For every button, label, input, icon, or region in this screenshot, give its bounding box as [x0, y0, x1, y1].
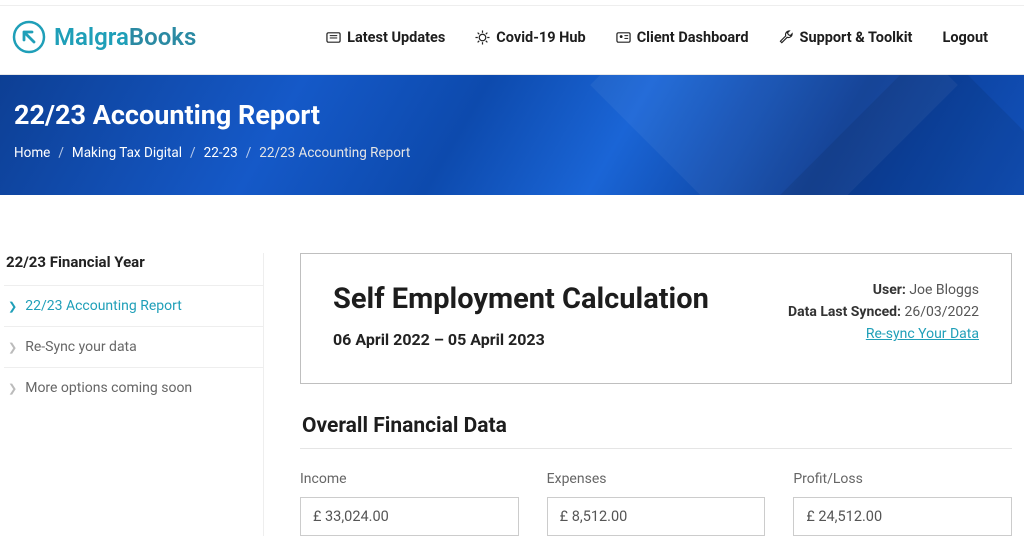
wrench-icon: [779, 30, 794, 45]
user-line: User: Joe Bloggs: [788, 282, 979, 298]
chevron-right-icon: ❯: [8, 341, 17, 354]
sidebar-item-label: More options coming soon: [25, 380, 192, 396]
profit-col: Profit/Loss £ 24,512.00: [793, 471, 1012, 536]
chevron-right-icon: ❯: [8, 300, 17, 313]
sidebar-item-label: 22/23 Accounting Report: [25, 298, 182, 314]
calculation-card: Self Employment Calculation 06 April 202…: [300, 253, 1012, 384]
expenses-col: Expenses £ 8,512.00: [547, 471, 766, 536]
sidebar: 22/23 Financial Year ❯ 22/23 Accounting …: [0, 253, 264, 536]
chevron-right-icon: ❯: [8, 382, 17, 395]
id-card-icon: [616, 30, 631, 45]
main-nav: Latest Updates Covid-19 Hub Client Dashb…: [326, 29, 1012, 46]
nav-latest-updates[interactable]: Latest Updates: [326, 29, 445, 46]
breadcrumb: Home / Making Tax Digital / 22-23 / 22/2…: [14, 145, 1010, 161]
expenses-value[interactable]: £ 8,512.00: [547, 497, 766, 536]
breadcrumb-home[interactable]: Home: [14, 145, 50, 161]
profit-value[interactable]: £ 24,512.00: [793, 497, 1012, 536]
brand-text: MalgraBooks: [54, 23, 196, 51]
income-col: Income £ 33,024.00: [300, 471, 519, 536]
page-title: 22/23 Accounting Report: [14, 99, 1010, 131]
nav-client-dashboard[interactable]: Client Dashboard: [616, 29, 749, 46]
main-content: Self Employment Calculation 06 April 202…: [300, 253, 1012, 536]
breadcrumb-year[interactable]: 22-23: [204, 145, 238, 161]
breadcrumb-mtd[interactable]: Making Tax Digital: [72, 145, 182, 161]
card-title: Self Employment Calculation: [333, 282, 709, 316]
sidebar-heading: 22/23 Financial Year: [4, 253, 263, 285]
top-header: MalgraBooks Latest Updates Covid-19 Hub …: [0, 6, 1024, 75]
nav-logout[interactable]: Logout: [942, 29, 988, 46]
card-period: 06 April 2022 – 05 April 2023: [333, 330, 709, 349]
page-hero: 22/23 Accounting Report Home / Making Ta…: [0, 75, 1024, 195]
breadcrumb-current: 22/23 Accounting Report: [259, 145, 410, 161]
expenses-label: Expenses: [547, 471, 766, 487]
income-value[interactable]: £ 33,024.00: [300, 497, 519, 536]
virus-icon: [475, 30, 490, 45]
synced-line: Data Last Synced: 26/03/2022: [788, 304, 979, 320]
newspaper-icon: [326, 30, 341, 45]
sidebar-item-more[interactable]: ❯ More options coming soon: [4, 367, 263, 408]
nav-covid-hub[interactable]: Covid-19 Hub: [475, 29, 585, 46]
sidebar-item-label: Re-Sync your data: [25, 339, 137, 355]
logo-arrow-icon: [12, 20, 46, 54]
overall-title: Overall Financial Data: [302, 414, 1012, 438]
income-label: Income: [300, 471, 519, 487]
sidebar-item-report[interactable]: ❯ 22/23 Accounting Report: [4, 285, 263, 326]
nav-support-toolkit[interactable]: Support & Toolkit: [779, 29, 913, 46]
resync-link[interactable]: Re-sync Your Data: [866, 326, 979, 342]
profit-label: Profit/Loss: [793, 471, 1012, 487]
financial-row: Income £ 33,024.00 Expenses £ 8,512.00 P…: [300, 448, 1012, 536]
sidebar-item-resync[interactable]: ❯ Re-Sync your data: [4, 326, 263, 367]
brand-logo[interactable]: MalgraBooks: [12, 20, 196, 54]
